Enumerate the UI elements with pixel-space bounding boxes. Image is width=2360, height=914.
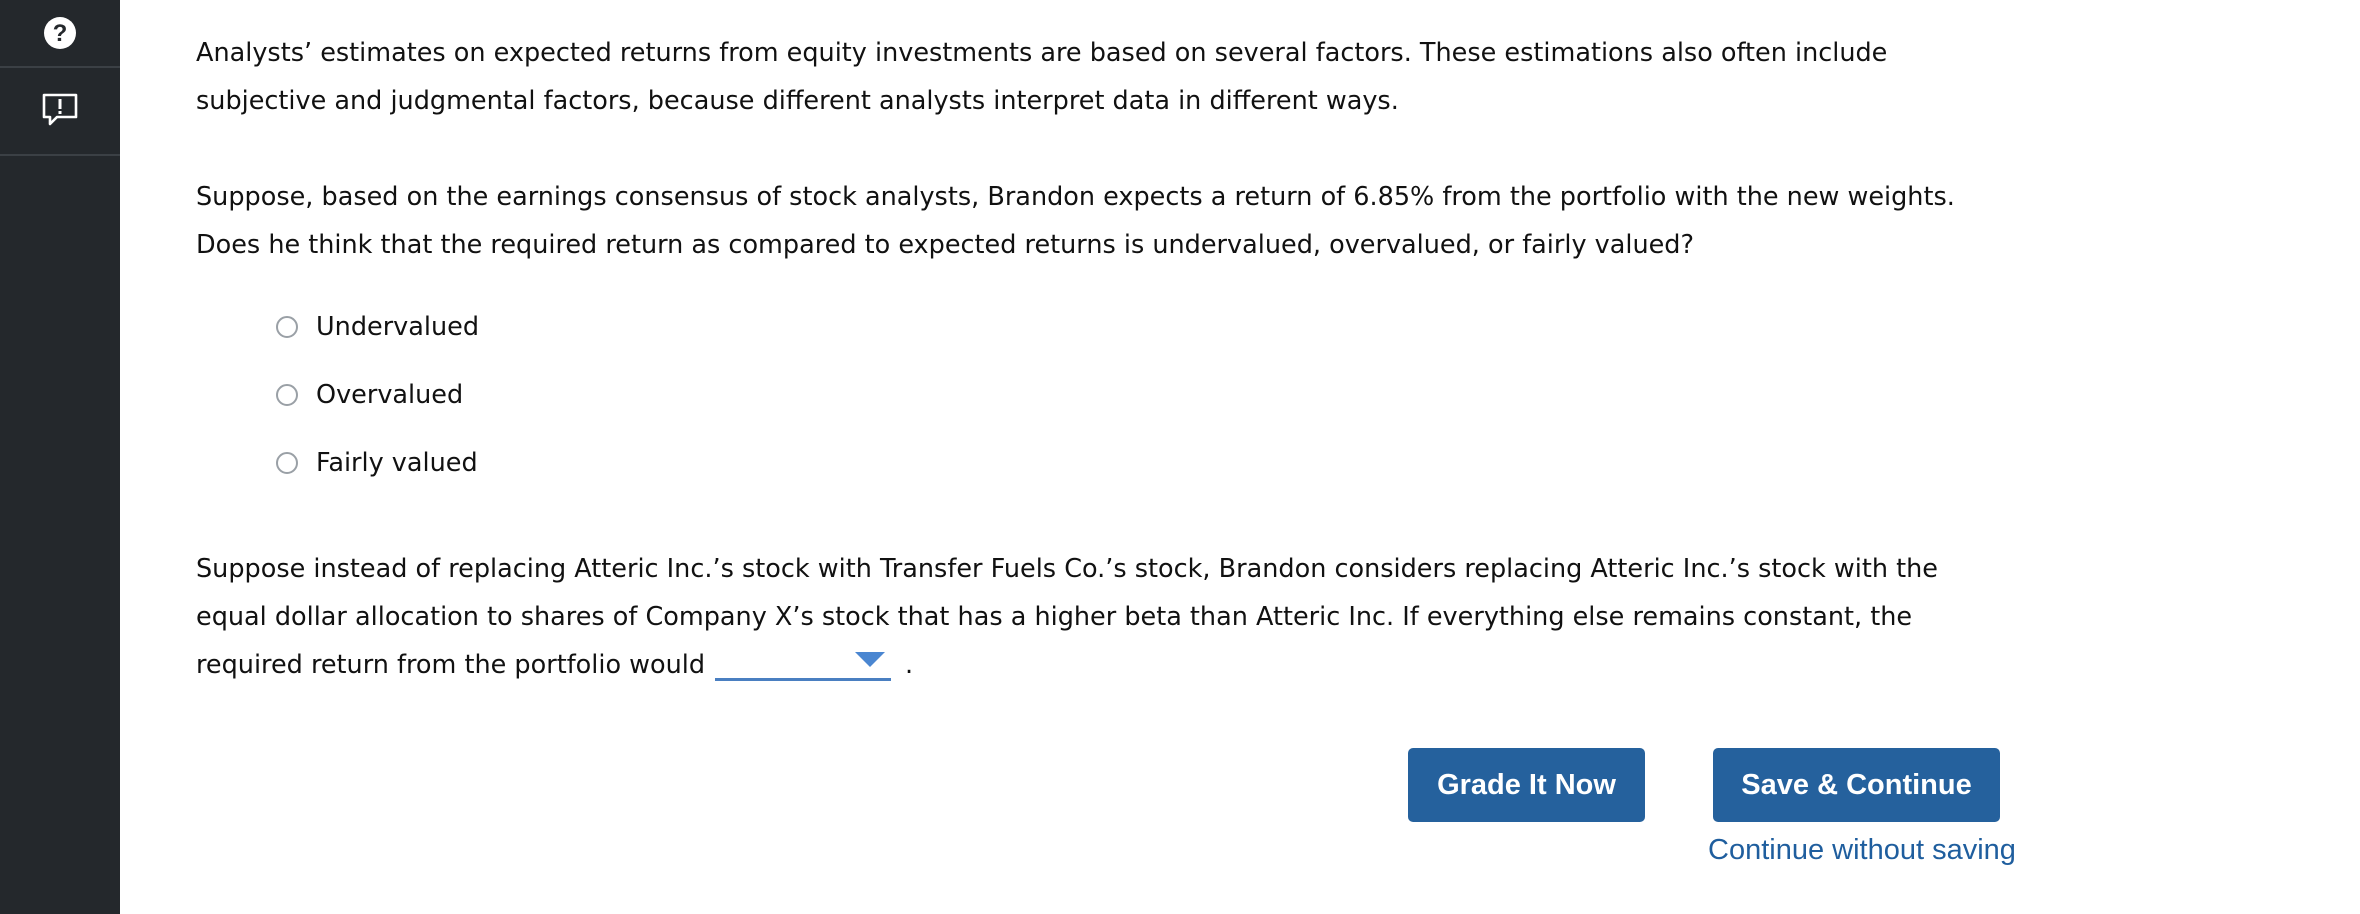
chevron-down-icon — [855, 652, 886, 667]
question-circle-icon: ? — [44, 17, 76, 49]
option-overvalued[interactable]: Overvalued — [276, 375, 463, 415]
sidebar: ? — [0, 0, 120, 914]
help-button[interactable]: ? — [0, 0, 120, 68]
grade-it-now-button[interactable]: Grade It Now — [1408, 748, 1645, 822]
radio-button[interactable] — [276, 452, 298, 474]
option-fairly-valued[interactable]: Fairly valued — [276, 443, 478, 483]
fill-in-text: Suppose instead of replacing Atteric Inc… — [196, 554, 1938, 680]
svg-text:?: ? — [53, 20, 68, 47]
report-problem-button[interactable] — [0, 66, 120, 156]
trailing-period: . — [905, 650, 914, 680]
radio-button[interactable] — [276, 316, 298, 338]
question-prompt: Suppose, based on the earnings consensus… — [196, 182, 1955, 260]
option-label: Fairly valued — [316, 448, 478, 478]
report-problem-icon — [42, 93, 78, 126]
option-label: Overvalued — [316, 380, 464, 410]
save-and-continue-button[interactable]: Save & Continue — [1713, 748, 2000, 822]
intro-paragraph: Analysts’ estimates on expected returns … — [196, 38, 1888, 116]
answer-dropdown[interactable] — [715, 642, 892, 681]
radio-button[interactable] — [276, 384, 298, 406]
option-label: Undervalued — [316, 312, 480, 342]
option-undervalued[interactable]: Undervalued — [276, 307, 479, 347]
fill-in-paragraph: Suppose instead of replacing Atteric Inc… — [196, 545, 2016, 689]
continue-without-saving-link[interactable]: Continue without saving — [1708, 834, 2016, 867]
